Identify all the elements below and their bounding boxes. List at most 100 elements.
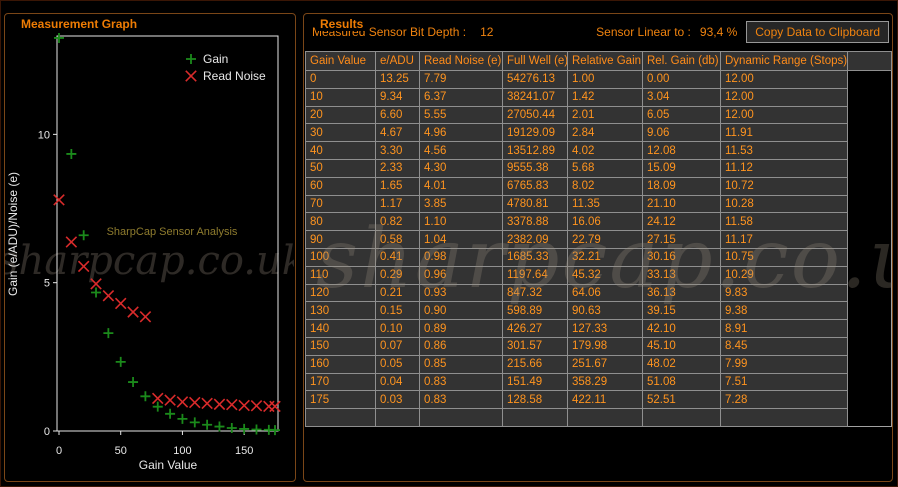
table-cell[interactable]: 0.82: [375, 212, 420, 232]
table-cell[interactable]: 8.91: [720, 319, 848, 338]
table-cell[interactable]: 60: [305, 176, 376, 196]
table-cell[interactable]: 22.79: [567, 230, 643, 249]
copy-data-button[interactable]: Copy Data to Clipboard: [746, 21, 889, 43]
table-cell[interactable]: 12.00: [720, 105, 848, 125]
table-cell[interactable]: 175: [305, 390, 376, 410]
table-cell[interactable]: 847.32: [502, 283, 568, 303]
table-cell[interactable]: 0.29: [375, 265, 420, 285]
table-cell[interactable]: 6765.83: [502, 176, 568, 196]
table-cell[interactable]: 11.53: [720, 141, 848, 160]
table-cell[interactable]: 179.98: [567, 336, 643, 356]
table-cell[interactable]: 0.03: [375, 390, 420, 410]
table-cell[interactable]: 1197.64: [502, 265, 568, 285]
table-cell[interactable]: 38241.07: [502, 87, 568, 107]
table-cell[interactable]: 160: [305, 354, 376, 374]
table-cell[interactable]: 42.10: [642, 319, 721, 338]
table-cell[interactable]: [502, 408, 568, 427]
table-cell[interactable]: 48.02: [642, 354, 721, 374]
table-cell[interactable]: 422.11: [567, 390, 643, 410]
table-cell[interactable]: 7.28: [720, 390, 848, 410]
table-cell[interactable]: 20: [305, 105, 376, 125]
table-cell[interactable]: 9.34: [375, 87, 420, 107]
column-header[interactable]: Relative Gain: [567, 51, 643, 71]
table-cell[interactable]: 100: [305, 247, 376, 267]
table-cell[interactable]: 90: [305, 230, 376, 249]
table-cell[interactable]: 27.15: [642, 230, 721, 249]
table-cell[interactable]: 19129.09: [502, 123, 568, 143]
table-cell[interactable]: 4.01: [419, 176, 503, 196]
table-cell[interactable]: 39.15: [642, 301, 721, 321]
table-cell[interactable]: 21.10: [642, 194, 721, 214]
table-cell[interactable]: 0.86: [419, 336, 503, 356]
table-cell[interactable]: 301.57: [502, 336, 568, 356]
table-cell[interactable]: 0.21: [375, 283, 420, 303]
table-cell[interactable]: 0.98: [419, 247, 503, 267]
table-cell[interactable]: 170: [305, 372, 376, 392]
table-cell[interactable]: 3.85: [419, 194, 503, 214]
table-cell[interactable]: 6.05: [642, 105, 721, 125]
column-header[interactable]: Read Noise (e): [419, 51, 503, 71]
table-cell[interactable]: 11.35: [567, 194, 643, 214]
table-cell[interactable]: 24.12: [642, 212, 721, 232]
table-cell[interactable]: 11.91: [720, 123, 848, 143]
table-cell[interactable]: [720, 408, 848, 427]
table-cell[interactable]: 110: [305, 265, 376, 285]
table-cell[interactable]: 215.66: [502, 354, 568, 374]
table-cell[interactable]: 36.13: [642, 283, 721, 303]
table-cell[interactable]: 4.96: [419, 123, 503, 143]
table-cell[interactable]: 251.67: [567, 354, 643, 374]
table-cell[interactable]: 0: [305, 70, 376, 89]
table-cell[interactable]: 40: [305, 141, 376, 160]
table-cell[interactable]: 0.96: [419, 265, 503, 285]
table-cell[interactable]: 18.09: [642, 176, 721, 196]
table-cell[interactable]: 4.30: [419, 158, 503, 178]
table-cell[interactable]: 9.38: [720, 301, 848, 321]
table-cell[interactable]: 7.99: [720, 354, 848, 374]
table-cell[interactable]: 0.85: [419, 354, 503, 374]
table-cell[interactable]: 0.07: [375, 336, 420, 356]
table-cell[interactable]: 0.05: [375, 354, 420, 374]
table-cell[interactable]: 128.58: [502, 390, 568, 410]
table-cell[interactable]: 70: [305, 194, 376, 214]
table-cell[interactable]: 51.08: [642, 372, 721, 392]
table-cell[interactable]: 120: [305, 283, 376, 303]
table-cell[interactable]: [642, 408, 721, 427]
table-cell[interactable]: 32.21: [567, 247, 643, 267]
table-cell[interactable]: 1.10: [419, 212, 503, 232]
table-cell[interactable]: 150: [305, 336, 376, 356]
table-cell[interactable]: 52.51: [642, 390, 721, 410]
column-header[interactable]: Gain Value: [305, 51, 376, 71]
table-cell[interactable]: 10.72: [720, 176, 848, 196]
table-cell[interactable]: 10.29: [720, 265, 848, 285]
table-cell[interactable]: 30.16: [642, 247, 721, 267]
table-cell[interactable]: 5.68: [567, 158, 643, 178]
table-cell[interactable]: 6.37: [419, 87, 503, 107]
table-cell[interactable]: 10.28: [720, 194, 848, 214]
table-cell[interactable]: 0.90: [419, 301, 503, 321]
table-cell[interactable]: 3.04: [642, 87, 721, 107]
table-cell[interactable]: 1685.33: [502, 247, 568, 267]
table-cell[interactable]: 12.00: [720, 87, 848, 107]
table-cell[interactable]: 0.00: [642, 70, 721, 89]
column-header[interactable]: Rel. Gain (db): [642, 51, 721, 71]
table-cell[interactable]: 45.10: [642, 336, 721, 356]
table-cell[interactable]: 0.04: [375, 372, 420, 392]
table-cell[interactable]: [375, 408, 420, 427]
table-cell[interactable]: 0.15: [375, 301, 420, 321]
table-cell[interactable]: 54276.13: [502, 70, 568, 89]
table-cell[interactable]: [419, 408, 503, 427]
table-cell[interactable]: 30: [305, 123, 376, 143]
table-cell[interactable]: 4780.81: [502, 194, 568, 214]
column-header[interactable]: e/ADU: [375, 51, 420, 71]
column-header[interactable]: Full Well (e): [502, 51, 568, 71]
table-cell[interactable]: 50: [305, 158, 376, 178]
table-cell[interactable]: 4.67: [375, 123, 420, 143]
table-cell[interactable]: 1.00: [567, 70, 643, 89]
table-cell[interactable]: 11.17: [720, 230, 848, 249]
table-cell[interactable]: 0.93: [419, 283, 503, 303]
table-cell[interactable]: 0.83: [419, 372, 503, 392]
table-cell[interactable]: 13.25: [375, 70, 420, 89]
table-cell[interactable]: 11.12: [720, 158, 848, 178]
table-cell[interactable]: 15.09: [642, 158, 721, 178]
table-cell[interactable]: 64.06: [567, 283, 643, 303]
